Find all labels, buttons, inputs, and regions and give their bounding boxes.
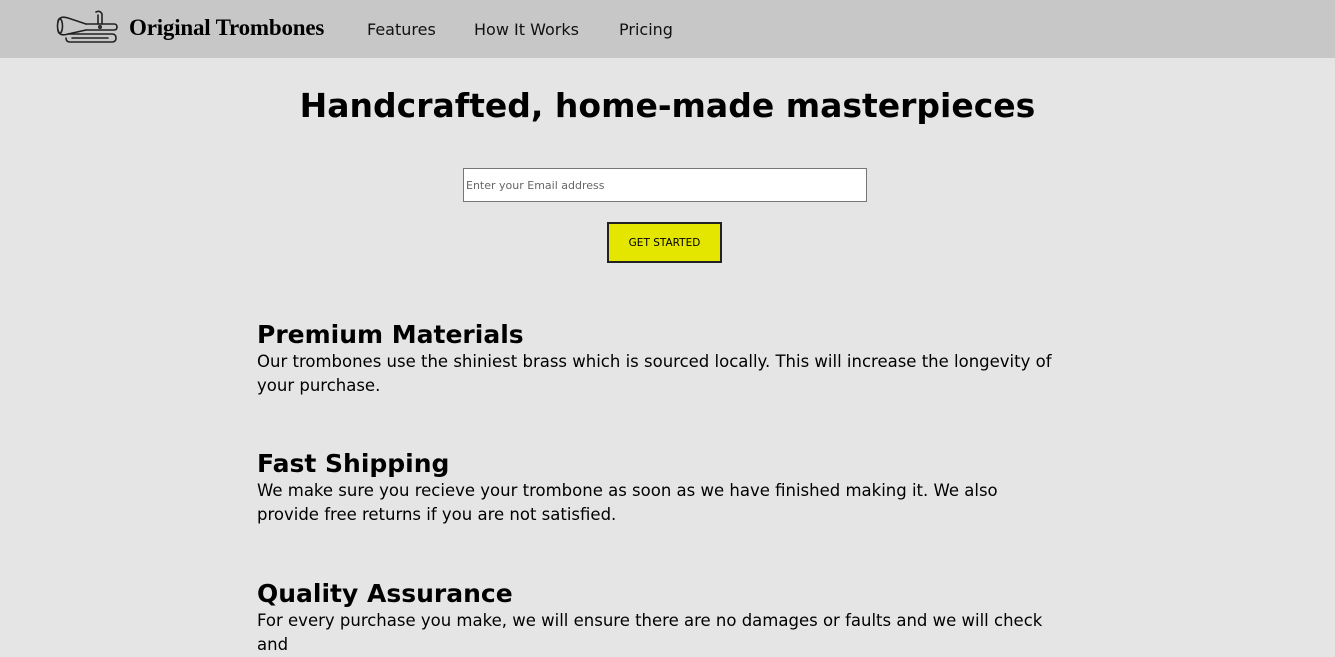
feature-premium-materials: Premium Materials Our trombones use the … (257, 320, 1067, 398)
nav-link-how-it-works[interactable]: How It Works (474, 19, 579, 41)
feature-description: Our trombones use the shiniest brass whi… (257, 352, 1052, 395)
feature-quality-assurance: Quality Assurance For every purchase you… (257, 579, 1067, 657)
feature-description: For every purchase you make, we will ens… (257, 611, 1043, 654)
get-started-button[interactable]: GET STARTED (607, 222, 722, 263)
feature-description: We make sure you recieve your trombone a… (257, 481, 998, 524)
feature-fast-shipping: Fast Shipping We make sure you recieve y… (257, 449, 1067, 527)
trombone-icon[interactable] (56, 8, 118, 46)
email-input[interactable] (463, 168, 867, 202)
nav-link-pricing[interactable]: Pricing (619, 19, 673, 41)
hero-title: Handcrafted, home-made masterpieces (299, 86, 1036, 125)
feature-title: Quality Assurance (257, 579, 513, 608)
nav-link-features[interactable]: Features (367, 19, 436, 41)
feature-title: Premium Materials (257, 320, 524, 349)
feature-title: Fast Shipping (257, 449, 450, 478)
brand-name: Original Trombones (129, 15, 325, 40)
site-header: Original Trombones Features How It Works… (0, 0, 1335, 58)
